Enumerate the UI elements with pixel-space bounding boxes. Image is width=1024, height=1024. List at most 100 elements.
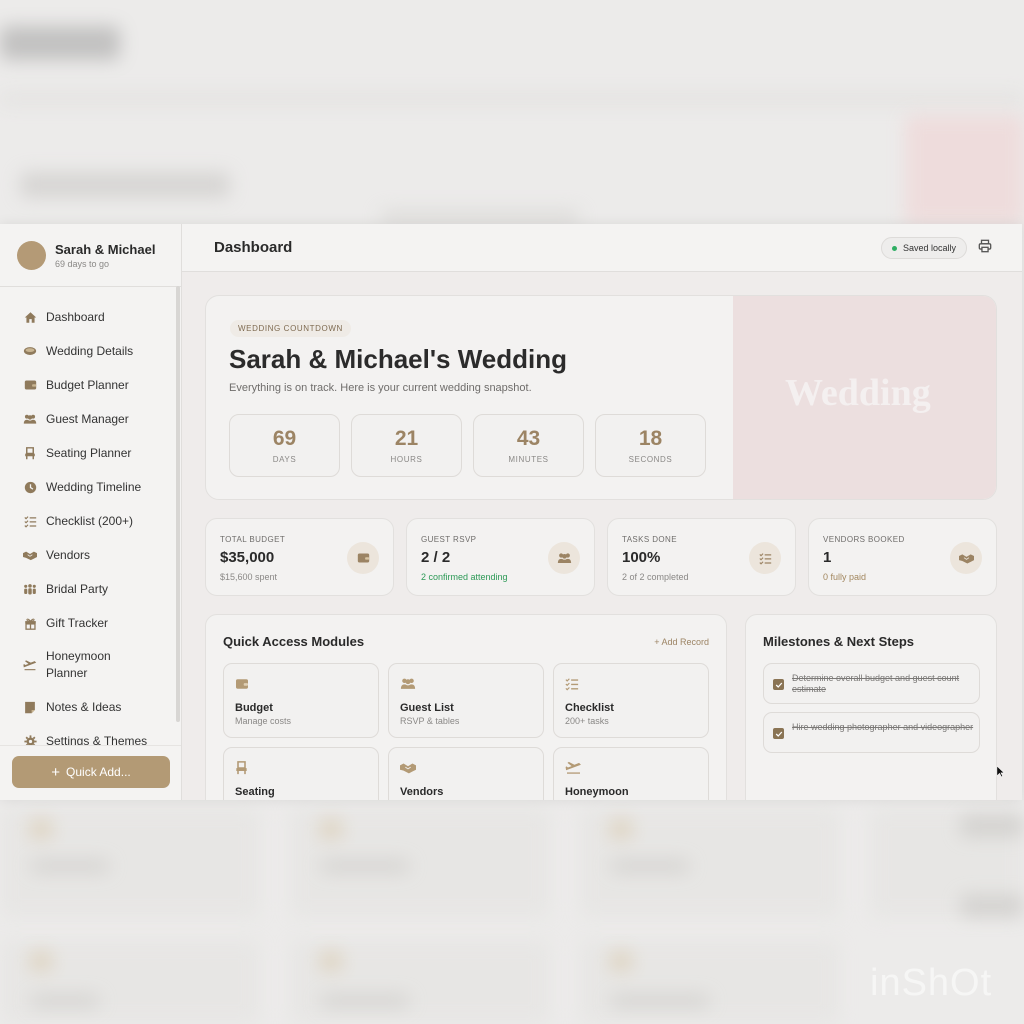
countdown-label: MINUTES [508,455,549,464]
sidebar-item-wedding-details[interactable]: Wedding Details [0,334,176,368]
quick-access-title: Quick Access Modules [223,634,365,649]
module-seating[interactable]: Seating [223,747,379,800]
couple-name: Sarah & Michael [55,241,156,257]
module-name: Vendors [400,786,444,798]
wedding-subtitle: Everything is on track. Here is your cur… [229,382,532,394]
sidebar-scrollbar[interactable] [176,286,180,722]
sidebar-item-label: Seating Planner [46,446,132,460]
countdown-value: 21 [394,427,419,450]
module-name: Checklist [565,702,614,714]
sidebar-item-wedding-timeline[interactable]: Wedding Timeline [0,470,176,504]
module-budget[interactable]: Budget Manage costs [223,663,379,738]
print-icon[interactable] [978,239,992,258]
handshake-icon [23,548,37,562]
stat-label: GUEST RSVP [421,535,477,544]
handshake-icon [950,542,982,574]
sidebar-item-honeymoon-planner[interactable]: Honeymoon Planner [0,640,176,690]
checklist-icon [23,514,37,528]
milestone-item[interactable]: Determine overall budget and guest count… [763,663,980,704]
background-icon [320,820,342,838]
checklist-icon [749,542,781,574]
background-text [30,860,110,872]
background-text [960,895,1024,917]
quick-add-button[interactable]: + Quick Add... [12,756,170,788]
background-icon [30,952,52,970]
countdown-value: 69 [272,427,297,450]
milestone-item[interactable]: Hire wedding photographer and videograph… [763,712,980,753]
sidebar-item-bridal-party[interactable]: Bridal Party [0,572,176,606]
stat-card-vendors-booked[interactable]: VENDORS BOOKED 1 0 fully paid [808,518,997,596]
sidebar-item-seating-planner[interactable]: Seating Planner [0,436,176,470]
handshake-icon [400,761,416,779]
module-name: Honeymoon [565,786,629,798]
module-vendors[interactable]: Vendors [388,747,544,800]
sidebar-item-checklist[interactable]: Checklist (200+) [0,504,176,538]
background-text [320,860,410,872]
saved-status-text: Saved locally [903,243,957,253]
plane-icon [565,761,582,779]
sidebar-item-budget-planner[interactable]: Budget Planner [0,368,176,402]
checkbox-checked-icon[interactable] [773,728,784,739]
countdown-hours: 21 HOURS [351,414,462,477]
chair-icon [23,446,37,460]
checkbox-checked-icon[interactable] [773,679,784,690]
sidebar: Sarah & Michael 69 days to go Dashboard … [0,224,182,800]
wedding-title: Sarah & Michael's Wedding [229,344,567,374]
background-icon [610,820,632,838]
sidebar-item-guest-manager[interactable]: Guest Manager [0,402,176,436]
stat-card-tasks-done[interactable]: TASKS DONE 100% 2 of 2 completed [607,518,796,596]
module-description: Manage costs [235,716,292,726]
background-text [30,995,100,1007]
quick-add-label: Quick Add... [66,765,131,779]
sidebar-item-gift-tracker[interactable]: Gift Tracker [0,606,176,640]
plus-icon: + [51,763,61,781]
gift-icon [23,616,37,630]
top-bar: Dashboard Saved locally [182,224,1022,272]
countdown-value: 43 [516,427,541,450]
module-description: RSVP & tables [400,716,460,726]
status-dot-icon [892,245,897,251]
background-text [960,815,1024,837]
stat-label: TOTAL BUDGET [220,535,286,544]
stat-label: VENDORS BOOKED [823,535,905,544]
wallet-icon [347,542,379,574]
sidebar-item-label: Wedding Details [46,344,134,358]
days-to-go: 69 days to go [55,258,110,269]
stat-subtext: $15,600 spent [220,572,278,582]
couple-profile[interactable]: Sarah & Michael 69 days to go [0,224,181,287]
module-description: 200+ tasks [565,716,609,726]
sidebar-item-label: Budget Planner [46,378,129,392]
quick-access-panel: Quick Access Modules + Add Record Budget… [205,614,727,800]
watermark: inShOt [870,962,993,1004]
stat-card-budget[interactable]: TOTAL BUDGET $35,000 $15,600 spent [205,518,394,596]
countdown-label: SECONDS [628,455,673,464]
clock-icon [23,480,37,494]
hero-image-text: Wedding [785,372,931,414]
stat-value: 100% [622,549,661,566]
sidebar-item-label: Wedding Timeline [46,480,142,494]
sidebar-item-vendors[interactable]: Vendors [0,538,176,572]
checklist-icon [565,677,579,696]
users-icon [23,412,37,426]
stat-card-guest-rsvp[interactable]: GUEST RSVP 2 / 2 2 confirmed attending [406,518,595,596]
module-checklist[interactable]: Checklist 200+ tasks [553,663,709,738]
countdown-label: HOURS [390,455,423,464]
main-content: WEDDING COUNTDOWN Sarah & Michael's Wedd… [182,272,1022,800]
countdown-value: 18 [638,427,663,450]
stat-subtext: 2 confirmed attending [421,572,508,582]
sidebar-item-label: Checklist (200+) [46,514,134,528]
background-divider [0,96,1024,102]
module-honeymoon[interactable]: Honeymoon [553,747,709,800]
sidebar-item-dashboard[interactable]: Dashboard [0,300,176,334]
sidebar-item-label: Gift Tracker [46,616,109,630]
background-icon [30,820,52,838]
wallet-icon [23,378,37,392]
module-name: Budget [235,702,273,714]
users-icon [548,542,580,574]
add-record-link[interactable]: + Add Record [654,637,709,647]
hero-image: Wedding [733,296,996,499]
plane-icon [23,658,37,672]
sidebar-item-label: Vendors [46,548,91,562]
module-guest-list[interactable]: Guest List RSVP & tables [388,663,544,738]
sidebar-item-notes-ideas[interactable]: Notes & Ideas [0,690,176,724]
